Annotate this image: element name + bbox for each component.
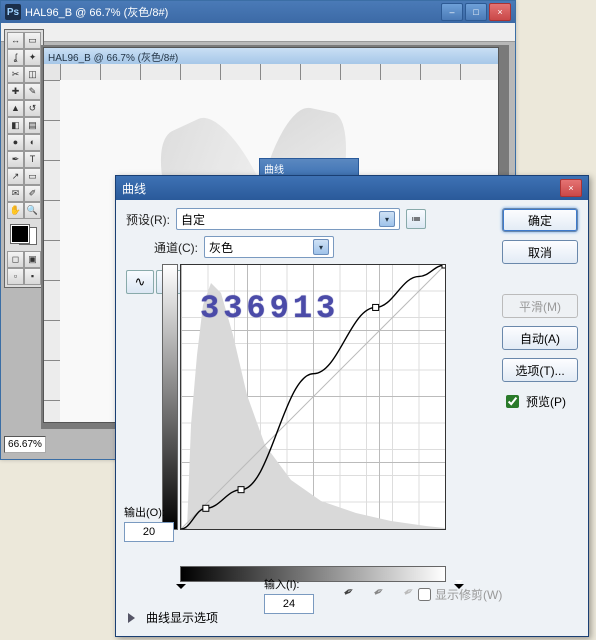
wand-tool-icon[interactable]: ✦: [24, 49, 41, 66]
channel-label: 通道(C):: [154, 239, 198, 256]
show-clipping-input[interactable]: [418, 588, 431, 601]
black-point-slider[interactable]: [176, 584, 186, 594]
chevron-down-icon: ▾: [379, 211, 395, 227]
mode-a-icon[interactable]: ▫: [7, 268, 24, 285]
ps-window-title: HAL96_B @ 66.7% (灰色/8#): [25, 4, 441, 20]
path-tool-icon[interactable]: ↗: [7, 168, 24, 185]
curve-display-options-toggle[interactable]: 曲线显示选项: [128, 609, 218, 626]
show-clipping-label: 显示修剪(W): [435, 586, 502, 603]
ps-app-icon: Ps: [5, 4, 21, 20]
screenmode-icon[interactable]: ▣: [24, 251, 41, 268]
output-gradient: [162, 264, 178, 530]
gradient-tool-icon[interactable]: ▤: [24, 117, 41, 134]
options-button[interactable]: 选项(T)...: [502, 358, 578, 382]
curves-titlebar[interactable]: 曲线 ×: [116, 176, 588, 200]
eraser-tool-icon[interactable]: ◧: [7, 117, 24, 134]
smooth-button: 平滑(M): [502, 294, 578, 318]
stamp-tool-icon[interactable]: ▲: [7, 100, 24, 117]
ruler-vertical[interactable]: [44, 80, 61, 422]
overlay-number: 336913: [200, 290, 339, 327]
color-swatch[interactable]: [9, 223, 39, 247]
channel-combo[interactable]: 灰色 ▾: [204, 236, 334, 258]
curve-point-tool-icon[interactable]: ∿: [126, 270, 154, 294]
input-input[interactable]: 24: [264, 594, 314, 614]
cancel-button[interactable]: 取消: [502, 240, 578, 264]
hand-tool-icon[interactable]: ✋: [7, 202, 24, 219]
zoom-tool-icon[interactable]: 🔍: [24, 202, 41, 219]
move-tool-icon[interactable]: ↔: [7, 32, 24, 49]
eyedropper-tool-icon[interactable]: ✐: [24, 185, 41, 202]
marquee-tool-icon[interactable]: ▭: [24, 32, 41, 49]
quickmask-icon[interactable]: ◻: [7, 251, 24, 268]
crop-tool-icon[interactable]: ✂: [7, 66, 24, 83]
notes-tool-icon[interactable]: ✉: [7, 185, 24, 202]
document-titlebar[interactable]: HAL96_B @ 66.7% (灰色/8#): [44, 48, 498, 64]
preset-value: 自定: [181, 211, 379, 228]
document-title: HAL96_B @ 66.7% (灰色/8#): [48, 49, 178, 64]
preview-check-input[interactable]: [506, 395, 519, 408]
blur-tool-icon[interactable]: ●: [7, 134, 24, 151]
slice-tool-icon[interactable]: ◫: [24, 66, 41, 83]
mode-b-icon[interactable]: ▪: [24, 268, 41, 285]
output-input[interactable]: 20: [124, 522, 174, 542]
preview-label: 预览(P): [526, 393, 566, 410]
channel-value: 灰色: [209, 239, 313, 256]
heal-tool-icon[interactable]: ✚: [7, 83, 24, 100]
curves-title: 曲线: [122, 180, 560, 197]
input-label: 输入(I):: [264, 576, 324, 592]
maximize-button[interactable]: □: [465, 3, 487, 21]
ok-button[interactable]: 确定: [502, 208, 578, 232]
gray-eyedropper-icon[interactable]: ✒: [364, 578, 393, 606]
black-eyedropper-icon[interactable]: ✒: [334, 578, 363, 606]
preset-label: 预设(R):: [126, 211, 170, 228]
triangle-right-icon: [128, 613, 140, 623]
preview-checkbox[interactable]: 预览(P): [502, 392, 578, 411]
show-clipping-checkbox[interactable]: 显示修剪(W): [418, 586, 502, 603]
curves-close-button[interactable]: ×: [560, 179, 582, 197]
close-button[interactable]: ×: [489, 3, 511, 21]
input-block: 输入(I): 24: [264, 576, 324, 614]
history-brush-icon[interactable]: ↺: [24, 100, 41, 117]
disclosure-label: 曲线显示选项: [146, 609, 218, 626]
ps-menubar[interactable]: [1, 23, 515, 42]
curves-mini-title: 曲线: [264, 161, 284, 176]
pen-tool-icon[interactable]: ✒: [7, 151, 24, 168]
preset-combo[interactable]: 自定 ▾: [176, 208, 400, 230]
preset-menu-button[interactable]: ≔: [406, 209, 426, 229]
type-tool-icon[interactable]: T: [24, 151, 41, 168]
ruler-horizontal[interactable]: [60, 64, 498, 81]
eyedropper-group: ✒ ✒ ✒: [338, 582, 420, 602]
curves-dialog: 曲线 × 预设(R): 自定 ▾ ≔ 通道(C): 灰色 ▾ ∿ ✎ 确定: [115, 175, 589, 637]
brush-tool-icon[interactable]: ✎: [24, 83, 41, 100]
toolbox: ↔▭ ʆ✦ ✂◫ ✚✎ ▲↺ ◧▤ ●◐ ✒T ↗▭ ✉✐ ✋🔍 ◻▣ ▫▪: [4, 29, 44, 288]
ps-titlebar[interactable]: Ps HAL96_B @ 66.7% (灰色/8#) – □ ×: [1, 1, 515, 23]
output-label: 输出(O):: [124, 504, 184, 520]
minimize-button[interactable]: –: [441, 3, 463, 21]
shape-tool-icon[interactable]: ▭: [24, 168, 41, 185]
chevron-down-icon: ▾: [313, 239, 329, 255]
lasso-tool-icon[interactable]: ʆ: [7, 49, 24, 66]
output-block: 输出(O): 20: [124, 504, 184, 542]
dodge-tool-icon[interactable]: ◐: [24, 134, 41, 151]
zoom-percent[interactable]: 66.67%: [4, 436, 46, 453]
auto-button[interactable]: 自动(A): [502, 326, 578, 350]
